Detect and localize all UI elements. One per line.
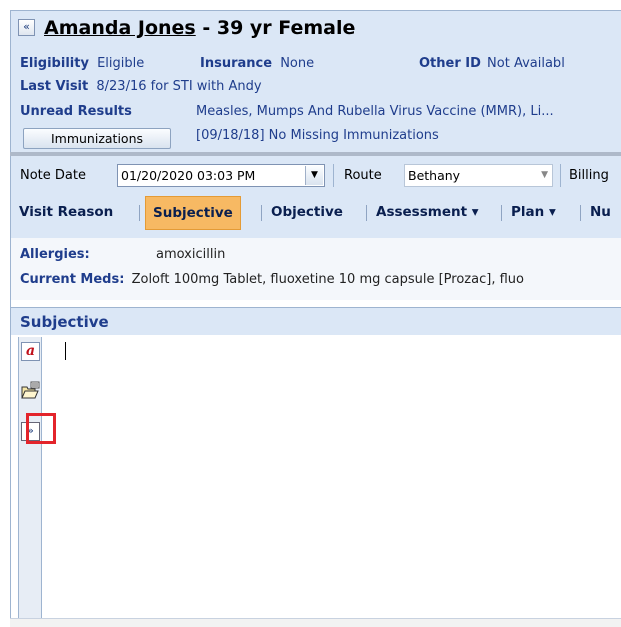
collapse-icon[interactable]: «	[18, 19, 35, 36]
tab-separator	[501, 205, 502, 221]
billing-label: Billing	[569, 168, 609, 183]
unread-results-row: Unread Results	[20, 104, 132, 119]
route-value: Bethany	[408, 168, 461, 183]
current-meds-row: Current Meds: Zoloft 100mg Tablet, fluox…	[20, 272, 524, 287]
insurance-value: None	[280, 56, 315, 71]
expand-icon[interactable]: »	[21, 422, 40, 441]
patient-header: « Amanda Jones - 39 yr Female Eligibilit…	[10, 10, 621, 152]
chevron-down-icon: ▼	[541, 170, 548, 180]
subjective-side-toolbar: a »	[18, 337, 42, 618]
allergies-label: Allergies:	[20, 247, 90, 262]
eligibility-value: Eligible	[97, 56, 145, 71]
subjective-title: Subjective	[11, 307, 621, 335]
insurance-row: Insurance None	[200, 56, 314, 71]
note-date-value: 01/20/2020 03:03 PM	[121, 168, 256, 183]
app-window: « Amanda Jones - 39 yr Female Eligibilit…	[0, 0, 621, 627]
clinical-summary: Allergies: amoxicillin Current Meds: Zol…	[10, 238, 621, 300]
route-label: Route	[344, 168, 382, 183]
subjective-editor[interactable]	[44, 337, 621, 618]
last-visit-label: Last Visit	[20, 79, 89, 94]
chevron-down-icon[interactable]: ▼	[305, 166, 323, 185]
immunization-status: [09/18/18] No Missing Immunizations	[196, 128, 439, 143]
last-visit-value: 8/23/16 for STI with Andy	[96, 79, 262, 94]
note-date-label: Note Date	[20, 168, 86, 183]
unread-results-value[interactable]: Measles, Mumps And Rubella Virus Vaccine…	[196, 104, 554, 119]
tab-nu[interactable]: Nu	[583, 196, 618, 230]
text-caret	[65, 342, 66, 360]
tab-subjective[interactable]: Subjective	[145, 196, 241, 230]
insurance-label: Insurance	[200, 56, 273, 71]
open-folder-icon[interactable]	[21, 381, 40, 400]
subjective-panel: Subjective a »	[10, 300, 621, 618]
tab-separator	[580, 205, 581, 221]
note-toolbar: Note Date 01/20/2020 03:03 PM ▼ Route Be…	[10, 156, 621, 238]
status-strip	[10, 618, 621, 627]
patient-name-link[interactable]: Amanda Jones	[44, 17, 196, 39]
last-visit-row: Last Visit 8/23/16 for STI with Andy	[20, 79, 262, 94]
eligibility-label: Eligibility	[20, 56, 89, 71]
tab-separator	[366, 205, 367, 221]
other-id-row: Other ID Not Availabl	[419, 56, 565, 71]
current-meds-label: Current Meds:	[20, 272, 125, 287]
toolbar-separator	[333, 164, 334, 187]
immunizations-button[interactable]: Immunizations	[23, 128, 171, 149]
tab-separator	[261, 205, 262, 221]
tab-visit-reason[interactable]: Visit Reason	[12, 196, 120, 230]
tab-objective[interactable]: Objective	[264, 196, 350, 230]
patient-age-sex: - 39 yr Female	[195, 17, 356, 39]
current-meds-value: Zoloft 100mg Tablet, fluoxetine 10 mg ca…	[131, 272, 524, 287]
note-date-field[interactable]: 01/20/2020 03:03 PM ▼	[117, 164, 325, 187]
other-id-value: Not Availabl	[487, 56, 565, 71]
allergies-row: Allergies:	[20, 247, 90, 262]
eligibility-row: Eligibility Eligible	[20, 56, 144, 71]
allergies-value: amoxicillin	[156, 247, 226, 262]
toolbar-separator	[560, 164, 561, 187]
tab-separator	[139, 205, 140, 221]
patient-title: Amanda Jones - 39 yr Female	[44, 17, 355, 39]
text-format-icon[interactable]: a	[21, 342, 40, 361]
tab-plan[interactable]: Plan ▾	[504, 196, 563, 230]
other-id-label: Other ID	[419, 56, 481, 71]
tab-assessment[interactable]: Assessment ▾	[369, 196, 486, 230]
route-select[interactable]: Bethany ▼	[404, 164, 553, 187]
unread-results-label: Unread Results	[20, 104, 132, 119]
